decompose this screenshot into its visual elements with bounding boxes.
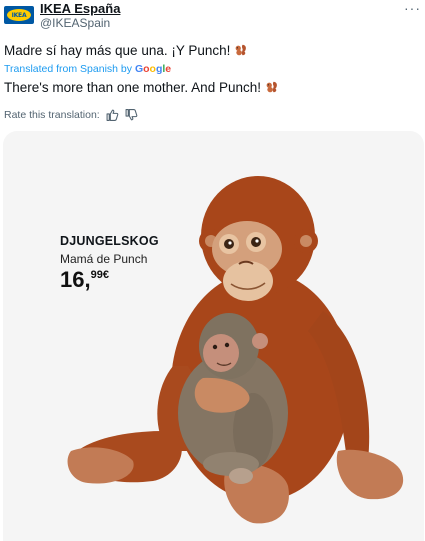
price-currency: € <box>102 269 109 281</box>
author-handle[interactable]: @IKEASpain <box>40 16 110 30</box>
ikea-logo-text: IKEA <box>11 11 27 19</box>
rate-translation: Rate this translation: <box>4 109 138 121</box>
tweet-original-text: Madre sí hay más que una. ¡Y Punch! <box>4 43 247 58</box>
original-text: Madre sí hay más que una. ¡Y Punch! <box>4 43 231 58</box>
tweet-translation: There's more than one mother. And Punch! <box>4 80 278 95</box>
translated-by-google[interactable]: Translated from Spanish by Google <box>4 63 171 75</box>
translated-label: Translated from Spanish by <box>4 63 133 75</box>
translation-text: There's more than one mother. And Punch! <box>4 80 261 95</box>
product-subtitle: Mamá de Punch <box>60 252 148 266</box>
rate-label: Rate this translation: <box>4 109 100 121</box>
thumbs-up-icon[interactable] <box>106 109 119 121</box>
more-icon[interactable]: ··· <box>404 0 421 16</box>
google-wordmark: Google <box>134 63 172 75</box>
ikea-logo-oval: IKEA <box>7 9 31 21</box>
product-name: DJUNGELSKOG <box>60 234 159 248</box>
tweet-media-image[interactable]: DJUNGELSKOG Mamá de Punch 16,99€ <box>3 131 424 541</box>
author-display-name[interactable]: IKEA España <box>40 1 120 16</box>
thumbs-down-icon[interactable] <box>125 109 138 121</box>
price-integer: 16 <box>60 267 85 292</box>
ikea-avatar[interactable]: IKEA <box>4 6 34 24</box>
squirrel-icon <box>266 81 277 93</box>
orangutan-plush-illustration <box>67 176 404 524</box>
tweet-header: IKEA IKEA España @IKEASpain ··· <box>0 0 425 36</box>
squirrel-icon <box>236 44 247 56</box>
price-decimals: 99 <box>90 269 103 281</box>
product-price: 16,99€ <box>60 267 109 293</box>
